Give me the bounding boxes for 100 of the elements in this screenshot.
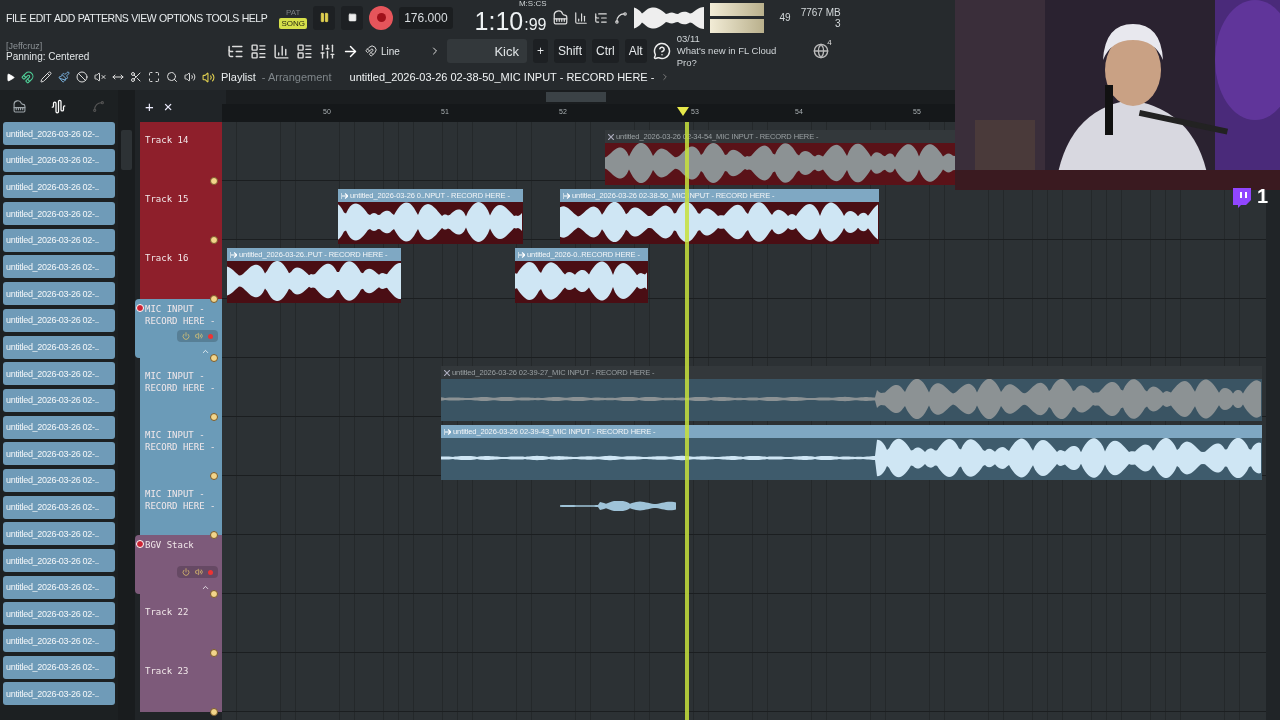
- clip-list-item[interactable]: untitled_2026-03-26 02-..: [3, 602, 115, 626]
- collapse-icon[interactable]: [201, 583, 210, 592]
- polyphony-reading: 3: [835, 17, 841, 29]
- track-name: Track 22: [145, 606, 190, 618]
- track-name: Track 14: [145, 134, 190, 146]
- delete-track-button[interactable]: ×: [163, 97, 173, 115]
- speaker-icon[interactable]: [184, 71, 196, 83]
- clip-list-item[interactable]: untitled_2026-03-26 02-..: [3, 682, 115, 706]
- stop-icon: [347, 13, 357, 22]
- piano-icon[interactable]: [12, 99, 26, 113]
- speaker-icon: [195, 568, 203, 576]
- power-icon: [182, 332, 190, 340]
- clip-list-item[interactable]: untitled_2026-03-26 02-..: [3, 415, 115, 439]
- arrow-icon: [563, 192, 570, 199]
- clip-list-item[interactable]: untitled_2026-03-26 02-..: [3, 202, 115, 226]
- magnet-icon: [365, 45, 377, 57]
- waveform-drawing: [633, 6, 704, 29]
- stop-button[interactable]: [341, 5, 364, 30]
- cpu-reading: 49: [779, 12, 791, 23]
- clip-list-item[interactable]: untitled_2026-03-26 02-..: [3, 308, 115, 332]
- help-icon[interactable]: [652, 42, 671, 60]
- mode-tab[interactable]: PAT: [284, 6, 303, 18]
- menu-item[interactable]: FILE: [6, 11, 27, 24]
- arrow-icon: [518, 251, 525, 258]
- news-date: 03/11: [676, 33, 701, 45]
- clip-list-item[interactable]: untitled_2026-03-26 02-..: [3, 468, 115, 492]
- menu-item[interactable]: EDIT: [29, 11, 52, 24]
- clip-list-item[interactable]: untitled_2026-03-26 02-..: [3, 575, 115, 599]
- track-handle[interactable]: [210, 708, 218, 716]
- clip-list-item[interactable]: untitled_2026-03-26 02-..: [3, 175, 115, 199]
- scrollbar[interactable]: [118, 90, 135, 720]
- clip-list-item[interactable]: untitled_2026-03-26 02-..: [3, 228, 115, 252]
- clip-list-item[interactable]: untitled_2026-03-26 02-..: [3, 282, 115, 306]
- group-controls[interactable]: [177, 566, 218, 578]
- brush-icon[interactable]: [58, 71, 70, 83]
- track-name: MIC INPUT - RECORD HERE -: [145, 488, 217, 512]
- clip-list-item[interactable]: untitled_2026-03-26 02-..: [3, 629, 115, 653]
- arrow-icon: [230, 251, 237, 258]
- pattern-field[interactable]: Kick: [447, 39, 527, 63]
- globe-icon[interactable]: [812, 43, 829, 59]
- clip-list-item[interactable]: untitled_2026-03-26 02-..: [3, 362, 115, 386]
- current-clip-name: untitled_2026-03-26 02-38-50_MIC INPUT - RECORD HERE -: [349, 71, 655, 83]
- clip-list-item[interactable]: untitled_2026-03-26 02-..: [3, 388, 115, 412]
- modifier-key[interactable]: Shift: [554, 39, 587, 63]
- select-icon[interactable]: [148, 71, 160, 83]
- search-icon[interactable]: [166, 71, 178, 83]
- power-icon: [182, 568, 190, 576]
- chat-bubble-icon: [1230, 185, 1253, 208]
- clip-list-item[interactable]: untitled_2026-03-26 02-..: [3, 148, 115, 172]
- speaker-icon[interactable]: [202, 70, 215, 84]
- menu-item[interactable]: VIEW: [131, 11, 157, 24]
- keyboard-icon[interactable]: [552, 10, 568, 25]
- menu-item[interactable]: HELP: [241, 11, 268, 24]
- clip-list-item[interactable]: untitled_2026-03-26 02-..: [3, 522, 115, 546]
- menu-item[interactable]: ADD: [54, 11, 75, 24]
- play-arrow-icon[interactable]: [6, 72, 15, 82]
- time-display: 1:10: [474, 7, 524, 34]
- record-button[interactable]: [369, 5, 394, 30]
- mixer-icon[interactable]: [319, 42, 336, 60]
- menu-item[interactable]: PATTERNS: [77, 11, 129, 24]
- delete-icon[interactable]: [76, 71, 88, 83]
- track-name: BGV Stack: [145, 539, 195, 551]
- magnet-icon[interactable]: [21, 70, 34, 84]
- pause-button[interactable]: [313, 5, 336, 30]
- close-icon[interactable]: [608, 133, 614, 140]
- pause-icon: [318, 12, 330, 23]
- tempo-field[interactable]: 176.000: [399, 6, 453, 29]
- slice-icon[interactable]: [130, 71, 142, 83]
- online-count: 4: [827, 38, 832, 47]
- clip-list-item[interactable]: untitled_2026-03-26 02-..: [3, 442, 115, 466]
- group-icon: [136, 304, 144, 312]
- playlist-title: Playlist: [221, 71, 256, 83]
- playlist-view: - Arrangement: [261, 71, 332, 83]
- modifier-key[interactable]: Ctrl: [592, 39, 619, 63]
- news-link[interactable]: What's new in FL Cloud Pro?: [676, 45, 787, 69]
- time-format-label: M:S:CS: [518, 0, 547, 8]
- menu-item[interactable]: OPTIONS: [159, 11, 203, 24]
- snap-dropdown[interactable]: Line: [365, 39, 423, 63]
- clip-list-item[interactable]: untitled_2026-03-26 02-..: [3, 549, 115, 572]
- clip-list-item[interactable]: untitled_2026-03-26 02-..: [3, 255, 115, 279]
- modifier-key[interactable]: Alt: [624, 39, 647, 63]
- volume-meter: [709, 2, 764, 33]
- clip-list-item[interactable]: untitled_2026-03-26 02-..: [3, 335, 115, 359]
- add-pattern-button[interactable]: +: [533, 39, 548, 63]
- mute-icon[interactable]: [94, 71, 106, 83]
- menu-item[interactable]: TOOLS: [205, 11, 239, 24]
- group-icon: [136, 540, 144, 548]
- clip-list-item[interactable]: untitled_2026-03-26 02-..: [3, 495, 115, 519]
- waveform-icon[interactable]: [51, 98, 67, 114]
- clip-list-item[interactable]: untitled_2026-03-26 02-..: [3, 122, 115, 145]
- arrow-icon: [341, 192, 348, 199]
- mode-tab[interactable]: SONG: [279, 17, 307, 29]
- arrow-icon: [444, 428, 451, 435]
- speaker-icon: [195, 332, 203, 340]
- track-name: Track 23: [145, 665, 190, 677]
- clip-list-item[interactable]: untitled_2026-03-26 02-..: [3, 655, 115, 679]
- playhead-marker[interactable]: [677, 107, 689, 116]
- add-track-button[interactable]: +: [145, 97, 154, 115]
- close-icon[interactable]: [444, 369, 450, 376]
- pencil-icon[interactable]: [40, 71, 52, 83]
